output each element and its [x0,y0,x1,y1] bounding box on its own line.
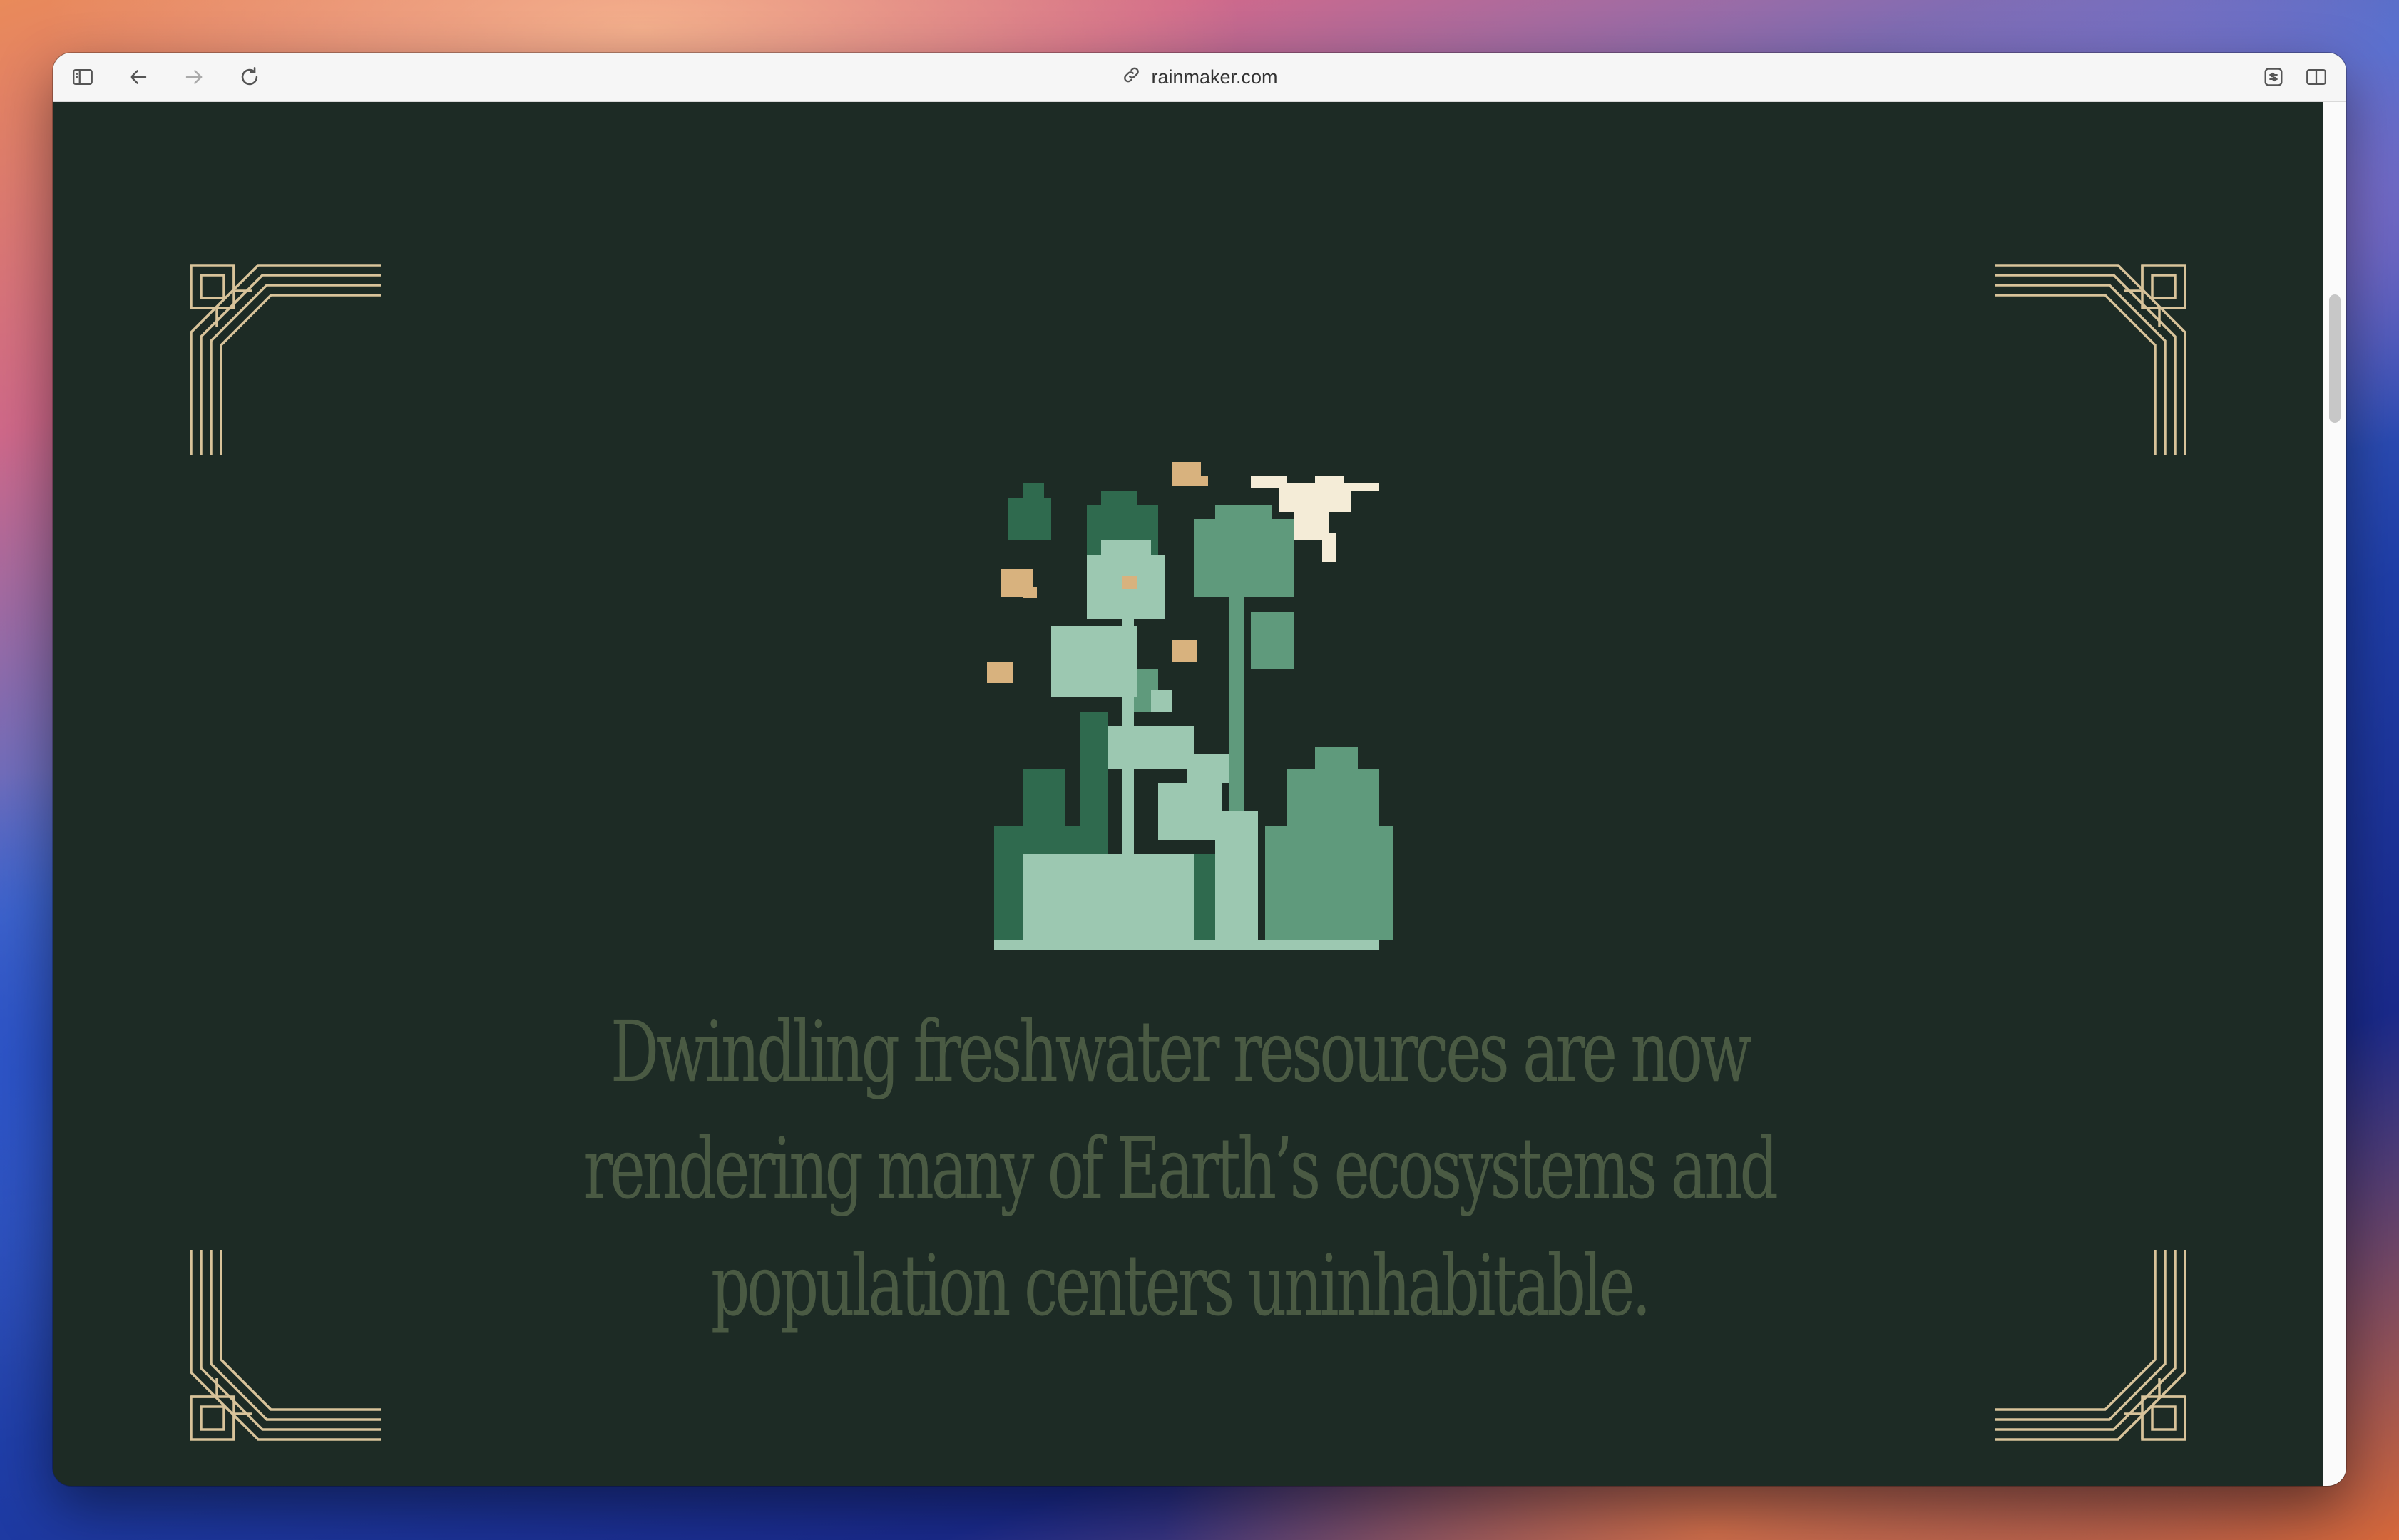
address-bar[interactable]: rainmaker.com [1121,53,1278,101]
corner-ornament-top-left [188,262,381,455]
back-arrow-icon[interactable] [124,63,153,91]
corner-ornament-bottom-left [188,1250,381,1442]
flower-illustration [980,455,1465,954]
link-icon [1121,65,1141,90]
browser-window: rainmaker.com Dwindling freshwater resou… [53,53,2346,1486]
reload-icon[interactable] [235,63,264,91]
corner-ornament-top-right [1995,262,2188,455]
forward-arrow-icon[interactable] [180,63,208,91]
page-content: Dwindling freshwater resources are now r… [53,102,2323,1486]
corner-ornament-bottom-right [1995,1250,2188,1442]
url-text: rainmaker.com [1151,66,1278,88]
hero-headline: Dwindling freshwater resources are now r… [583,1002,1779,1335]
scrollbar[interactable] [2323,102,2346,1486]
browser-toolbar: rainmaker.com [53,53,2346,102]
scrollbar-thumb[interactable] [2329,294,2341,423]
extension-icon[interactable] [2259,63,2288,91]
sidebar-icon[interactable] [68,63,97,91]
split-view-icon[interactable] [2302,63,2331,91]
